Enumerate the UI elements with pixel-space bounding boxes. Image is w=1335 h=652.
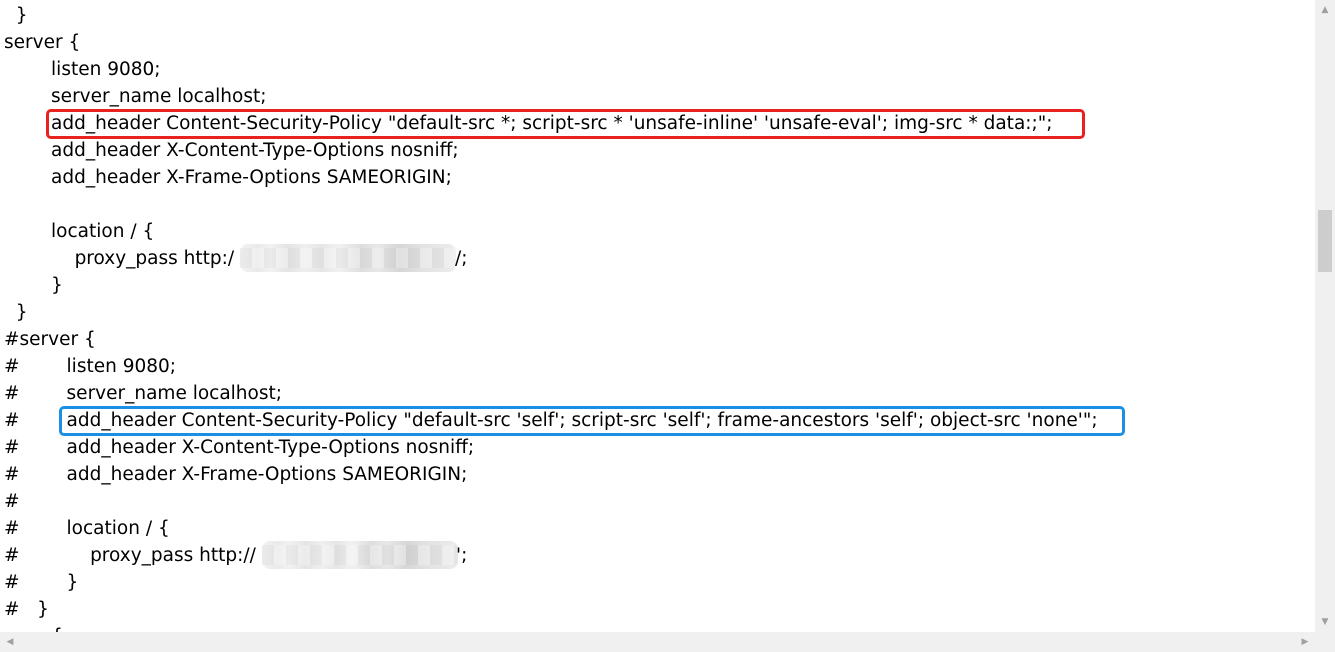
code-line-12: }: [4, 302, 28, 323]
code-line-11: }: [4, 275, 63, 296]
code-line-5: add_header Content-Security-Policy "defa…: [4, 113, 1053, 134]
code-line-18: # add_header X-Frame-Options SAMEORIGIN;: [4, 464, 468, 485]
redacted-url-suffix: ';: [456, 545, 468, 566]
scrollbar-corner: [1315, 632, 1335, 652]
code-line-3: listen 9080;: [4, 59, 161, 80]
code-line-24: {: [4, 623, 63, 632]
code-line-9: location / {: [4, 221, 155, 242]
redacted-url-block: [240, 244, 456, 272]
scroll-down-icon[interactable]: ▼: [1315, 612, 1335, 632]
code-line-15: # server_name localhost;: [4, 383, 282, 404]
code-line-14: # listen 9080;: [4, 356, 177, 377]
scroll-up-icon[interactable]: ▲: [1315, 0, 1335, 20]
horizontal-scrollbar[interactable]: ◀ ▶: [0, 632, 1315, 652]
scroll-left-icon[interactable]: ◀: [0, 632, 20, 652]
code-line-16: # add_header Content-Security-Policy "de…: [4, 410, 1098, 431]
code-line-22: # }: [4, 572, 79, 593]
code-line-17: # add_header X-Content-Type-Options nosn…: [4, 437, 475, 458]
code-line-1: }: [4, 5, 28, 26]
code-line-23: # }: [4, 599, 49, 620]
code-line-13: #server {: [4, 329, 96, 350]
text-editor-window: } server { listen 9080; server_name loca…: [0, 0, 1335, 652]
vertical-scrollbar[interactable]: ▲ ▼: [1315, 0, 1335, 632]
scroll-right-icon[interactable]: ▶: [1295, 632, 1315, 652]
redacted-url-block: [262, 541, 458, 569]
code-line-2: server {: [4, 32, 81, 53]
code-line-19: #: [4, 491, 20, 512]
code-line-7: add_header X-Frame-Options SAMEORIGIN;: [4, 167, 452, 188]
code-line-21: # proxy_pass http://: [4, 545, 256, 566]
code-line-20: # location / {: [4, 518, 170, 539]
vertical-scrollbar-thumb[interactable]: [1318, 210, 1332, 272]
code-line-4: server_name localhost;: [4, 86, 267, 107]
code-line-10: proxy_pass http:/: [4, 248, 235, 269]
code-editor[interactable]: } server { listen 9080; server_name loca…: [0, 0, 1315, 632]
redacted-url-suffix: /;: [455, 248, 468, 269]
code-line-6: add_header X-Content-Type-Options nosnif…: [4, 140, 459, 161]
